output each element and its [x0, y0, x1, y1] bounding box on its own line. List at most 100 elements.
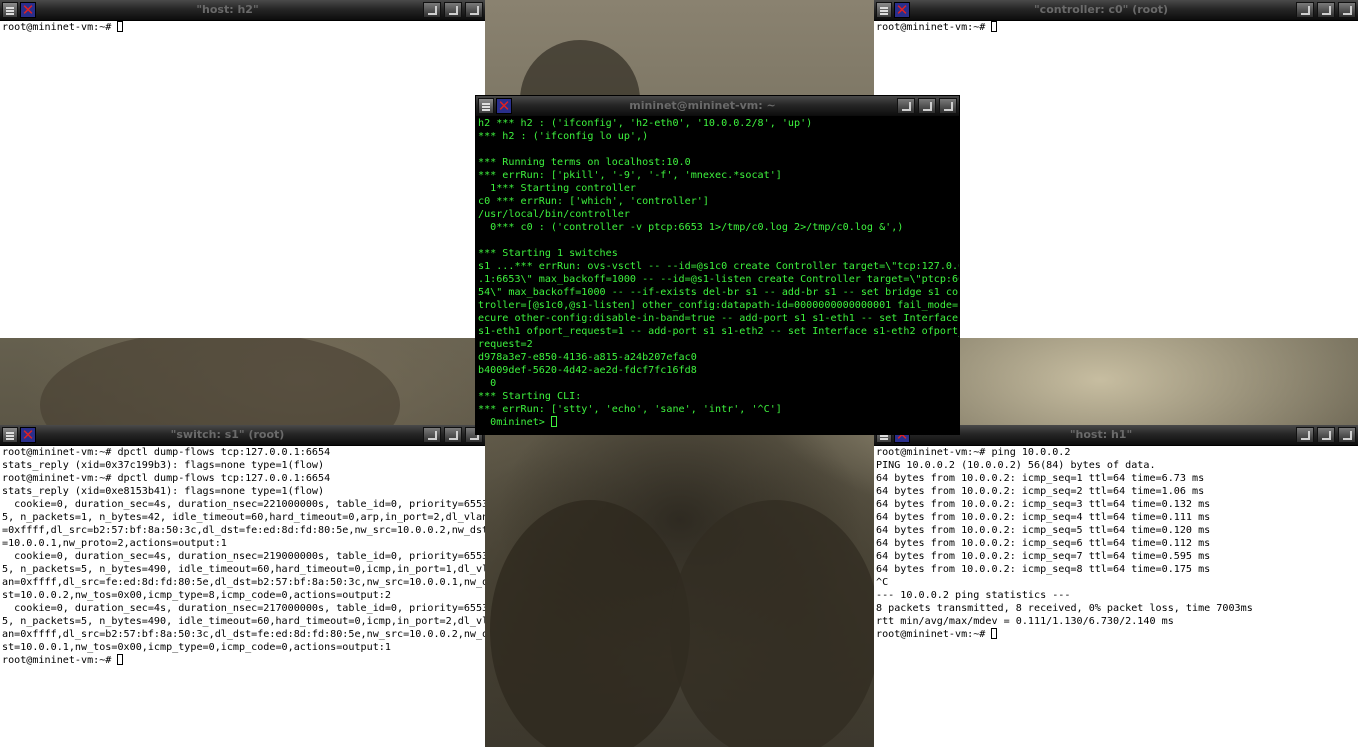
terminal-line: .1:6653\" max_backoff=1000 -- --id=@s1-l…	[478, 274, 959, 285]
terminal-body[interactable]: root@mininet-vm:~# ping 10.0.0.2 PING 10…	[874, 446, 1358, 747]
terminal-line: 0	[478, 378, 497, 389]
terminal-line: 54\" max_backoff=1000 -- --if-exists del…	[478, 287, 959, 298]
terminal-body[interactable]: h2 *** h2 : ('ifconfig', 'h2-eth0', '10.…	[476, 117, 959, 434]
iconify-icon[interactable]	[423, 2, 441, 18]
terminal-line: request=2	[478, 339, 533, 350]
terminal-line: ecure other-config:disable-in-band=true …	[478, 313, 959, 324]
terminal-line: st=10.0.0.2,nw_tos=0x00,icmp_type=8,icmp…	[2, 590, 391, 601]
terminal-line: 0*** c0 : ('controller -v ptcp:6653 1>/t…	[478, 222, 904, 233]
terminal-line: root@mininet-vm:~#	[876, 629, 992, 640]
terminal-line: 5, n_packets=5, n_bytes=490, idle_timeou…	[2, 564, 485, 575]
terminal-line: b4009def-5620-4d42-ae2d-fdcf7fc16fd8	[478, 365, 697, 376]
iconify-icon[interactable]	[897, 98, 915, 114]
terminal-line: =0xffff,dl_src=b2:57:bf:8a:50:3c,dl_dst=…	[2, 525, 485, 536]
iconify-icon[interactable]	[423, 427, 441, 443]
terminal-line: st=10.0.0.1,nw_tos=0x00,icmp_type=0,icmp…	[2, 642, 391, 653]
terminal-line: 0mininet>	[478, 417, 551, 428]
terminal-cursor	[117, 654, 124, 665]
close-icon[interactable]: ✕	[20, 2, 36, 18]
close-icon[interactable]: ✕	[20, 427, 36, 443]
terminal-line: 1*** Starting controller	[478, 183, 637, 194]
terminal-line: *** errRun: ['pkill', '-9', '-f', 'mnexe…	[478, 170, 782, 181]
terminal-line: s1 ...*** errRun: ovs-vsctl -- --id=@s1c…	[478, 261, 959, 272]
window-title: "host: h1"	[1069, 428, 1133, 441]
terminal-line: ^C	[876, 577, 889, 588]
window-switch-s1[interactable]: ✕ "switch: s1" (root) root@mininet-vm:~#…	[0, 425, 485, 747]
wallpaper-statue-knee-right	[670, 500, 880, 747]
terminal-line: 64 bytes from 10.0.0.2: icmp_seq=8 ttl=6…	[876, 564, 1211, 575]
close-icon[interactable]: ✕	[496, 98, 512, 114]
terminal-line: cookie=0, duration_sec=4s, duration_nsec…	[2, 603, 485, 614]
terminal-line: 64 bytes from 10.0.0.2: icmp_seq=1 ttl=6…	[876, 473, 1205, 484]
window-menu-icon[interactable]	[478, 98, 494, 114]
terminal-line: stats_reply (xid=0x37c199b3): flags=none…	[2, 460, 325, 471]
resize-icon[interactable]	[1338, 427, 1356, 443]
maximize-icon[interactable]	[1317, 2, 1335, 18]
resize-icon[interactable]	[465, 2, 483, 18]
window-host-h1[interactable]: ✕ "host: h1" root@mininet-vm:~# ping 10.…	[874, 425, 1358, 747]
terminal-line: cookie=0, duration_sec=4s, duration_nsec…	[2, 499, 485, 510]
terminal-line: *** Running terms on localhost:10.0	[478, 157, 691, 168]
window-title: "controller: c0" (root)	[1033, 3, 1169, 16]
terminal-line: *** Starting CLI:	[478, 391, 582, 402]
terminal-line: PING 10.0.0.2 (10.0.0.2) 56(84) bytes of…	[876, 460, 1156, 471]
terminal-line: rtt min/avg/max/mdev = 0.111/1.130/6.730…	[876, 616, 1174, 627]
maximize-icon[interactable]	[918, 98, 936, 114]
terminal-line: 64 bytes from 10.0.0.2: icmp_seq=4 ttl=6…	[876, 512, 1211, 523]
terminal-line: --- 10.0.0.2 ping statistics ---	[876, 590, 1071, 601]
maximize-icon[interactable]	[444, 427, 462, 443]
terminal-line: 64 bytes from 10.0.0.2: icmp_seq=5 ttl=6…	[876, 525, 1211, 536]
terminal-line: root@mininet-vm:~# dpctl dump-flows tcp:…	[2, 473, 331, 484]
maximize-icon[interactable]	[1317, 427, 1335, 443]
window-title: "switch: s1" (root)	[170, 428, 285, 441]
window-menu-icon[interactable]	[876, 2, 892, 18]
window-menu-icon[interactable]	[2, 427, 18, 443]
terminal-line: root@mininet-vm:~# dpctl dump-flows tcp:…	[2, 447, 331, 458]
terminal-line: 5, n_packets=1, n_bytes=42, idle_timeout…	[2, 512, 485, 523]
terminal-line: root@mininet-vm:~#	[2, 22, 118, 33]
titlebar[interactable]: ✕ "host: h2"	[0, 0, 485, 21]
terminal-line: stats_reply (xid=0xe8153b41): flags=none…	[2, 486, 325, 497]
terminal-line: 64 bytes from 10.0.0.2: icmp_seq=2 ttl=6…	[876, 486, 1205, 497]
terminal-line: an=0xffff,dl_src=b2:57:bf:8a:50:3c,dl_ds…	[2, 629, 485, 640]
terminal-line: h2 *** h2 : ('ifconfig', 'h2-eth0', '10.…	[478, 118, 813, 129]
terminal-cursor	[117, 21, 124, 32]
wallpaper-statue-knee-left	[490, 500, 690, 747]
terminal-line: *** errRun: ['stty', 'echo', 'sane', 'in…	[478, 404, 782, 415]
titlebar[interactable]: ✕ "switch: s1" (root)	[0, 425, 485, 446]
titlebar[interactable]: ✕ "controller: c0" (root)	[874, 0, 1358, 21]
terminal-line: troller=[@s1c0,@s1-listen] other_config:…	[478, 300, 959, 311]
terminal-line: /usr/local/bin/controller	[478, 209, 630, 220]
terminal-cursor	[550, 416, 557, 427]
titlebar[interactable]: ✕ mininet@mininet-vm: ~	[476, 96, 959, 117]
terminal-line: cookie=0, duration_sec=4s, duration_nsec…	[2, 551, 485, 562]
resize-icon[interactable]	[939, 98, 957, 114]
terminal-line: s1-eth1 ofport_request=1 -- add-port s1 …	[478, 326, 959, 337]
terminal-line: 64 bytes from 10.0.0.2: icmp_seq=7 ttl=6…	[876, 551, 1211, 562]
terminal-line: 64 bytes from 10.0.0.2: icmp_seq=6 ttl=6…	[876, 538, 1211, 549]
window-title: mininet@mininet-vm: ~	[629, 99, 776, 112]
window-menu-icon[interactable]	[2, 2, 18, 18]
terminal-line: 5, n_packets=5, n_bytes=490, idle_timeou…	[2, 616, 485, 627]
iconify-icon[interactable]	[1296, 2, 1314, 18]
terminal-body[interactable]: root@mininet-vm:~#	[0, 21, 485, 338]
window-mininet-console[interactable]: ✕ mininet@mininet-vm: ~ h2 *** h2 : ('if…	[475, 95, 960, 435]
terminal-line: root@mininet-vm:~#	[876, 22, 992, 33]
iconify-icon[interactable]	[1296, 427, 1314, 443]
resize-icon[interactable]	[1338, 2, 1356, 18]
terminal-line: 64 bytes from 10.0.0.2: icmp_seq=3 ttl=6…	[876, 499, 1211, 510]
terminal-cursor	[991, 21, 998, 32]
terminal-body[interactable]: root@mininet-vm:~# dpctl dump-flows tcp:…	[0, 446, 485, 747]
terminal-cursor	[991, 628, 998, 639]
terminal-line: =10.0.0.1,nw_proto=2,actions=output:1	[2, 538, 227, 549]
window-host-h2[interactable]: ✕ "host: h2" root@mininet-vm:~#	[0, 0, 485, 338]
terminal-line: an=0xffff,dl_src=fe:ed:8d:fd:80:5e,dl_ds…	[2, 577, 485, 588]
terminal-line: d978a3e7-e850-4136-a815-a24b207efac0	[478, 352, 697, 363]
close-icon[interactable]: ✕	[894, 2, 910, 18]
terminal-line: *** h2 : ('ifconfig lo up',)	[478, 131, 649, 142]
terminal-line: root@mininet-vm:~#	[2, 655, 118, 666]
maximize-icon[interactable]	[444, 2, 462, 18]
window-title: "host: h2"	[196, 3, 259, 16]
terminal-line: c0 *** errRun: ['which', 'controller']	[478, 196, 709, 207]
terminal-line: *** Starting 1 switches	[478, 248, 618, 259]
